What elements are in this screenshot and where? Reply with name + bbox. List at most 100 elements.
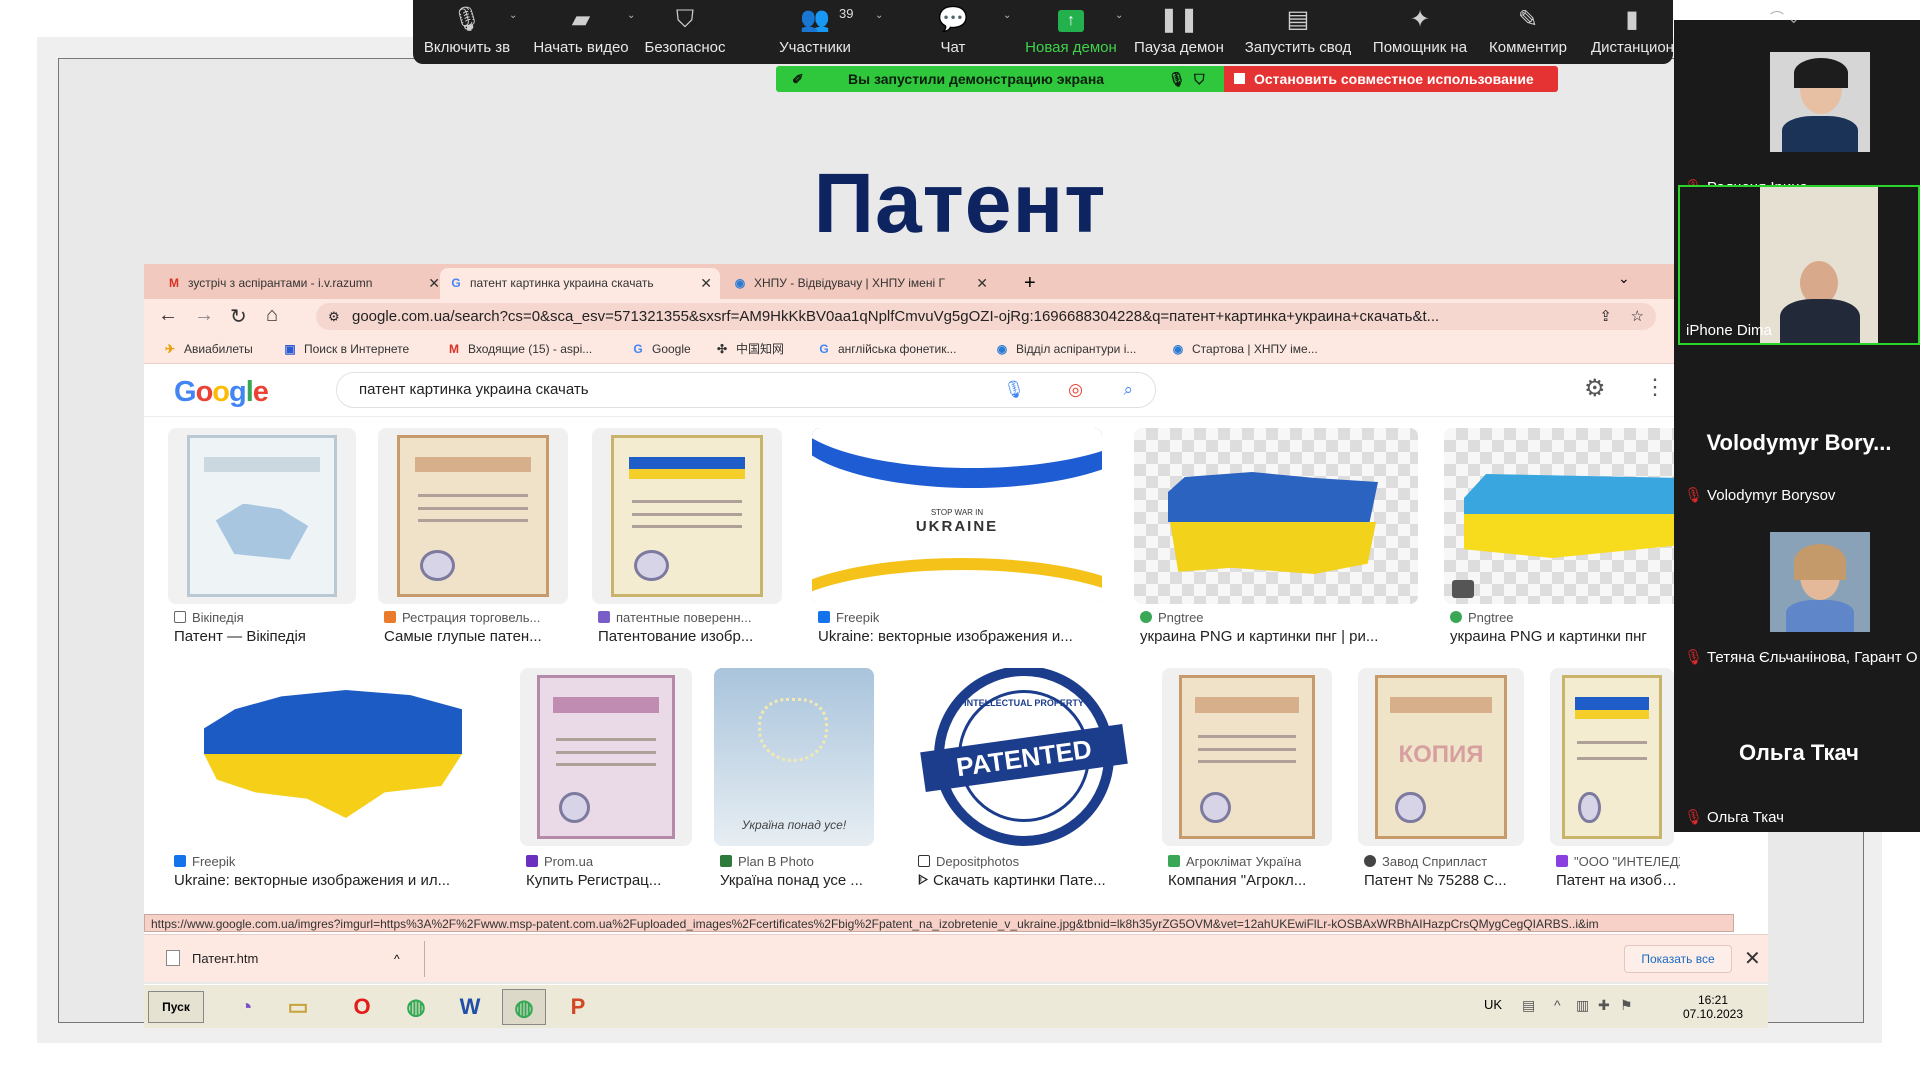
chevron-up-icon[interactable]: ^ bbox=[394, 947, 400, 971]
tab-gmail[interactable]: Mзустріч з аспірантами - i.v.razumn ✕ bbox=[158, 268, 448, 299]
site-info-icon[interactable]: ⚙ bbox=[328, 303, 340, 330]
back-icon[interactable]: ← bbox=[158, 304, 178, 327]
flag-icon[interactable]: ⚑ bbox=[1620, 997, 1633, 1014]
image-result[interactable]: патентные поверенн... Патентование изобр… bbox=[592, 428, 782, 648]
result-thumbnail[interactable]: КОПИЯ bbox=[1358, 668, 1524, 846]
chevron-down-icon[interactable]: ⌄ bbox=[509, 10, 517, 21]
google-logo[interactable]: Google bbox=[174, 376, 269, 409]
viber-icon[interactable]: ◔ bbox=[224, 989, 268, 1025]
bookmark-item[interactable]: ✣ 中国知网 bbox=[714, 334, 784, 364]
image-result[interactable]: Агроклімат Україна Компания "Агрокл... bbox=[1162, 668, 1332, 896]
forward-icon[interactable]: → bbox=[194, 304, 214, 327]
reload-icon[interactable]: ↻ bbox=[230, 304, 247, 329]
opera-icon[interactable]: O bbox=[340, 989, 384, 1025]
close-tab-icon[interactable]: ✕ bbox=[428, 268, 440, 299]
annotate-button[interactable]: ✎ Комментир bbox=[1485, 0, 1571, 64]
participant-tile[interactable]: iPhone Dima bbox=[1678, 185, 1920, 345]
participants-button[interactable]: 👥 Участники 39 ⌄ bbox=[775, 0, 883, 64]
result-thumbnail[interactable] bbox=[1134, 428, 1418, 604]
bookmark-item[interactable]: G Google bbox=[630, 334, 690, 364]
security-button[interactable]: ⛉ Безопаснос bbox=[643, 0, 727, 64]
image-result[interactable]: КОПИЯ Завод Сприпласт Патент № 75288 С..… bbox=[1358, 668, 1524, 896]
voice-search-icon[interactable]: 🎙 bbox=[1003, 373, 1025, 407]
image-result[interactable]: Pngtree украина PNG и картинки пнг | ри.… bbox=[1134, 428, 1418, 648]
search-icon[interactable]: ⌕ bbox=[1123, 373, 1133, 407]
show-all-downloads-button[interactable]: Показать все bbox=[1624, 945, 1732, 973]
chevron-down-icon[interactable]: ⌄ bbox=[1115, 10, 1123, 21]
bookmark-item[interactable]: ▣ Поиск в Интернете bbox=[282, 334, 409, 364]
result-thumbnail[interactable] bbox=[520, 668, 692, 846]
image-result[interactable]: "ООО "ИНТЕЛЕДЖ... Патент на изобрет... bbox=[1550, 668, 1680, 896]
result-thumbnail[interactable] bbox=[168, 428, 356, 604]
chevron-down-icon[interactable]: ⌄ bbox=[875, 10, 883, 21]
result-thumbnail[interactable] bbox=[1444, 428, 1684, 604]
bookmark-item[interactable]: M Входящие (15) - aspi... bbox=[446, 334, 592, 364]
image-result[interactable]: Вікіпедія Патент — Вікіпедія bbox=[168, 428, 356, 648]
unmute-button[interactable]: 🎙 Включить зв ⌄ bbox=[423, 0, 518, 64]
tab-google-search[interactable]: Gпатент картинка украина скачать ✕ bbox=[440, 268, 720, 299]
result-thumbnail[interactable]: PATENTED INTELLECTUAL PROPERTY bbox=[912, 668, 1136, 846]
chat-button[interactable]: 💬 Чат ⌄ bbox=[923, 0, 1011, 64]
close-icon[interactable]: ✕ bbox=[1744, 945, 1761, 973]
share-icon[interactable]: ⇪ bbox=[1599, 303, 1612, 330]
pin-icon[interactable]: ✐ bbox=[792, 66, 804, 92]
powerpoint-icon[interactable]: P bbox=[556, 989, 600, 1025]
chrome-active-icon[interactable]: ◍ bbox=[502, 989, 546, 1025]
bookmark-item[interactable]: ◉ Стартова | ХНПУ іме... bbox=[1170, 334, 1318, 364]
address-bar[interactable]: ⚙ google.com.ua/search?cs=0&sca_esv=5713… bbox=[316, 303, 1656, 330]
view-options-icon[interactable]: ⌒ ⌄ bbox=[1770, 8, 1800, 28]
bookmark-item[interactable]: Gанглійська фонетик... bbox=[816, 334, 956, 364]
chevron-down-icon[interactable]: ⌄ bbox=[1618, 270, 1630, 287]
antivirus-icon[interactable]: ✚ bbox=[1598, 997, 1610, 1014]
result-thumbnail[interactable]: Україна понад усе! bbox=[714, 668, 874, 846]
result-thumbnail[interactable] bbox=[378, 428, 568, 604]
pause-share-button[interactable]: ❚❚ Пауза демон bbox=[1131, 0, 1227, 64]
image-result[interactable]: Freepik Ukraine: векторные изображения и… bbox=[168, 668, 498, 896]
result-thumbnail[interactable] bbox=[1162, 668, 1332, 846]
lens-icon[interactable]: ◎ bbox=[1068, 373, 1083, 407]
folder-icon[interactable]: ▭ bbox=[276, 989, 320, 1025]
result-thumbnail[interactable] bbox=[168, 668, 498, 846]
download-item[interactable]: Патент.htm bbox=[166, 947, 258, 971]
search-input[interactable]: патент картинка украина скачать 🎙 ◎ ⌕ bbox=[336, 372, 1156, 408]
image-result[interactable]: Рестрация торговель... Самые глупые пате… bbox=[378, 428, 568, 648]
result-thumbnail[interactable]: STOP WAR IN UKRAINE bbox=[812, 428, 1102, 604]
result-thumbnail[interactable] bbox=[592, 428, 782, 604]
close-tab-icon[interactable]: ✕ bbox=[976, 268, 988, 299]
participant-tile[interactable]: Volodymyr Bory... 🎙 Volodymyr Borysov bbox=[1678, 350, 1920, 508]
close-tab-icon[interactable]: ✕ bbox=[700, 268, 712, 299]
tab-hnpu[interactable]: ◉ ХНПУ - Відвідувачу | ХНПУ імені Г ✕ bbox=[724, 268, 996, 299]
new-tab-button[interactable]: + bbox=[1024, 268, 1036, 299]
participant-tile[interactable]: Ольга Ткач 🎙 Ольга Ткач bbox=[1678, 672, 1920, 830]
remote-control-button[interactable]: ▮ Дистанцион bbox=[1591, 0, 1673, 64]
bookmark-star-icon[interactable]: ☆ bbox=[1631, 303, 1644, 330]
participant-tile[interactable]: 🎙 Тетяна Єльчанінова, Гарант О bbox=[1678, 512, 1920, 670]
gear-icon[interactable]: ⚙ bbox=[1584, 374, 1606, 403]
language-indicator[interactable]: UK bbox=[1484, 997, 1502, 1012]
image-result[interactable]: Україна понад усе! Plan B Photo Україна … bbox=[714, 668, 874, 896]
start-video-button[interactable]: ▰ Начать видео ⌄ bbox=[533, 0, 635, 64]
signal-icon[interactable]: ▥ bbox=[1576, 997, 1589, 1014]
word-icon[interactable]: W bbox=[448, 989, 492, 1025]
certificate-image bbox=[186, 435, 338, 597]
chevron-down-icon[interactable]: ⌄ bbox=[1003, 10, 1011, 21]
result-thumbnail[interactable] bbox=[1550, 668, 1674, 846]
bookmark-item[interactable]: ◉ Відділ аспірантури і... bbox=[994, 334, 1137, 364]
stop-share-button[interactable]: Остановить совместное использование bbox=[1224, 66, 1558, 92]
clock[interactable]: 16:21 07.10.2023 bbox=[1678, 993, 1748, 1021]
image-result[interactable]: PATENTED INTELLECTUAL PROPERTY Depositph… bbox=[912, 668, 1136, 896]
summary-button[interactable]: ▤ Запустить свод bbox=[1243, 0, 1353, 64]
new-share-button[interactable]: ↑ Новая демон ⌄ bbox=[1023, 0, 1123, 64]
image-result[interactable]: STOP WAR IN UKRAINE Freepik Ukraine: век… bbox=[812, 428, 1102, 648]
chevron-down-icon[interactable]: ⌄ bbox=[627, 10, 635, 21]
ai-companion-button[interactable]: ✦ Помощник на bbox=[1369, 0, 1471, 64]
image-result[interactable]: Prom.ua Купить Регистрац... bbox=[520, 668, 692, 896]
home-icon[interactable]: ⌂ bbox=[266, 304, 278, 327]
image-result[interactable]: Pngtree украина PNG и картинки пнг bbox=[1444, 428, 1684, 648]
chrome-icon[interactable]: ◍ bbox=[394, 989, 438, 1025]
start-button[interactable]: Пуск bbox=[148, 991, 204, 1023]
bookmark-item[interactable]: ✈ Авиабилеты bbox=[162, 334, 253, 364]
participant-tile[interactable]: 🎙Радченя Ірина bbox=[1678, 42, 1920, 200]
chevron-up-icon[interactable]: ^ bbox=[1554, 997, 1561, 1013]
network-icon[interactable]: ▤ bbox=[1522, 997, 1535, 1014]
